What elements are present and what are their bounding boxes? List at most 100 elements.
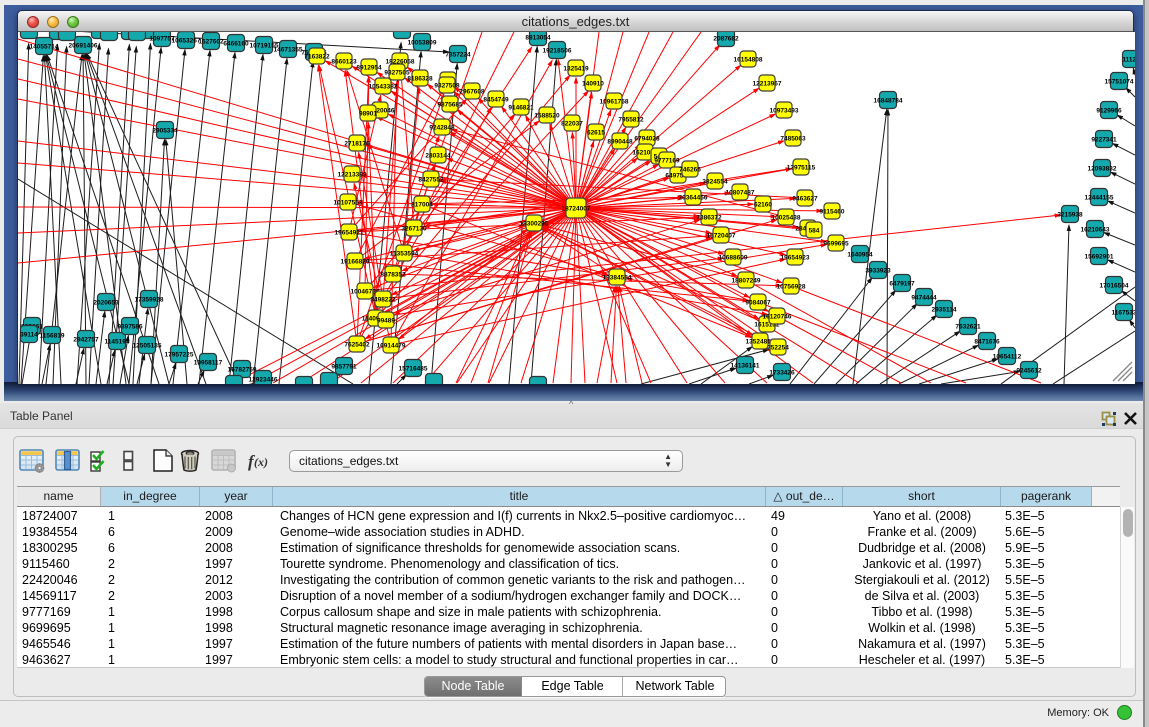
svg-text:9327508: 9327508 [434,82,460,89]
svg-text:9084067: 9084067 [745,299,771,306]
svg-text:7163822: 7163822 [304,53,330,60]
svg-text:9463627: 9463627 [792,195,818,202]
svg-text:7485063: 7485063 [780,135,806,142]
svg-text:12213389: 12213389 [338,171,367,178]
svg-text:9857791: 9857791 [331,363,357,370]
svg-text:10025438: 10025438 [772,214,801,221]
svg-text:746266: 746266 [679,166,701,173]
svg-text:12093832: 12093832 [1088,165,1117,172]
svg-text:1640954: 1640954 [847,251,873,258]
svg-text:20691406: 20691406 [69,42,98,49]
svg-text:9115460: 9115460 [820,208,845,215]
svg-text:15716485: 15716485 [399,365,428,372]
svg-text:10053809: 10053809 [408,39,437,46]
svg-text:15692901: 15692901 [1085,253,1114,260]
svg-text:3215938: 3215938 [1057,211,1083,218]
svg-text:39114: 39114 [20,331,38,338]
svg-text:(x): (x) [254,455,268,469]
svg-text:10654112: 10654112 [993,353,1022,360]
svg-text:2087682: 2087682 [713,35,739,42]
svg-text:18724007: 18724007 [562,205,591,212]
svg-text:12505135: 12505135 [133,342,162,349]
svg-text:9699695: 9699695 [823,240,849,247]
svg-text:12213967: 12213967 [753,80,782,87]
svg-text:19166829: 19166829 [341,258,370,265]
svg-text:2718176: 2718176 [344,140,370,147]
svg-text:1325419: 1325419 [563,65,589,72]
svg-text:2935114: 2935114 [932,306,957,313]
svg-text:19654923: 19654923 [781,254,810,261]
svg-text:8813054: 8813054 [525,34,551,41]
svg-text:252254: 252254 [767,344,789,351]
svg-text:6479197: 6479197 [889,280,915,287]
svg-text:3933923: 3933923 [865,267,891,274]
svg-text:15751074: 15751074 [1105,78,1134,85]
svg-text:1527602: 1527602 [198,38,224,45]
svg-text:2967608: 2967608 [459,88,485,95]
svg-text:8427552: 8427552 [418,176,444,183]
svg-text:16848784: 16848784 [874,97,903,104]
svg-text:10653267: 10653267 [172,37,201,44]
svg-text:16210643: 16210643 [1081,226,1110,233]
svg-text:2942757: 2942757 [73,336,99,343]
svg-text:16120746: 16120746 [763,313,792,320]
svg-text:9474444: 9474444 [911,294,937,301]
svg-text:3498222: 3498222 [370,296,396,303]
svg-text:9245612: 9245612 [1016,367,1042,374]
svg-text:10543382: 10543382 [369,83,398,90]
svg-text:62160: 62160 [754,201,772,208]
svg-text:19218506: 19218506 [543,47,572,54]
svg-text:14136141: 14136141 [731,362,760,369]
svg-text:2803144: 2803144 [425,152,451,159]
svg-text:17957225: 17957225 [165,351,194,358]
svg-text:8186328: 8186328 [407,75,433,82]
svg-text:18807249: 18807249 [732,277,761,284]
svg-text:6794028: 6794028 [634,135,660,142]
svg-text:10958117: 10958117 [194,359,223,366]
svg-text:817004: 817004 [411,201,433,208]
svg-text:16914479: 16914479 [377,342,406,349]
svg-text:12975115: 12975115 [787,164,816,171]
svg-text:10756928: 10756928 [777,283,806,290]
svg-text:1156819: 1156819 [40,332,65,339]
svg-text:16782759: 16782759 [228,366,257,373]
svg-text:9146821: 9146821 [508,104,534,111]
svg-text:7955812: 7955812 [618,116,644,123]
svg-text:14671355: 14671355 [274,46,303,53]
svg-text:9327505: 9327505 [384,69,410,76]
svg-text:10961758: 10961758 [600,98,629,105]
svg-text:11121: 11121 [1122,56,1135,63]
svg-text:15720407: 15720407 [707,232,736,239]
svg-text:17016504: 17016504 [1100,282,1129,289]
svg-text:8471676: 8471676 [974,338,1000,345]
svg-text:18300295: 18300295 [520,220,549,227]
svg-text:12444155: 12444155 [1085,194,1114,201]
svg-text:9129966: 9129966 [1096,107,1122,114]
svg-text:6466160: 6466160 [223,40,249,47]
svg-text:10107553: 10107553 [334,199,363,206]
svg-text:584: 584 [809,227,820,234]
svg-text:3267130: 3267130 [401,225,427,232]
svg-text:1145194: 1145194 [105,338,130,345]
svg-text:7386372: 7386372 [696,214,722,221]
svg-text:10973493: 10973493 [770,107,799,114]
svg-text:9227341: 9227341 [1091,136,1117,143]
svg-text:2020653: 2020653 [93,299,119,306]
svg-text:8878352: 8878352 [380,271,406,278]
svg-text:19384554: 19384554 [603,274,632,281]
svg-text:11353594: 11353594 [390,250,419,257]
svg-text:20364456: 20364456 [679,194,708,201]
svg-text:9875685: 9875685 [437,101,463,108]
svg-text:14055714: 14055714 [30,43,59,50]
svg-text:1588520: 1588520 [534,112,560,119]
svg-text:9777169: 9777169 [654,157,680,164]
svg-text:8454749: 8454749 [483,96,509,103]
svg-text:99489: 99489 [377,317,395,324]
svg-text:2905334: 2905334 [152,127,178,134]
svg-text:3824554: 3824554 [702,178,728,185]
svg-text:9242848: 9242848 [429,124,455,131]
svg-text:8660123: 8660123 [331,58,357,65]
svg-text:1167533: 1167533 [1112,309,1135,316]
svg-text:8912954: 8912954 [356,64,382,71]
svg-text:16154808: 16154808 [734,56,763,63]
